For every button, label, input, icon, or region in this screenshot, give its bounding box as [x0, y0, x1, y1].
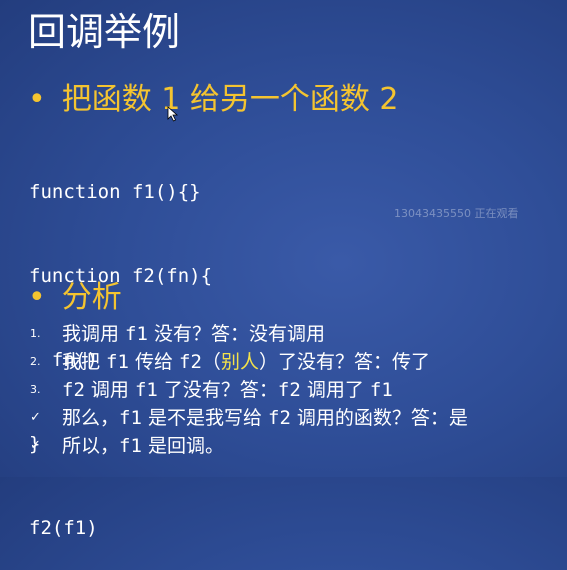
list-item: 1. 我调用 f1 没有？答：没有调用 [30, 320, 560, 348]
list-item-text: 那么，f1 是不是我写给 f2 调用的函数？答：是 [62, 407, 468, 429]
list-marker: 3. [30, 383, 41, 396]
list-item: 2. 我把 f1 传给 f2（别人）了没有？答：传了 [30, 348, 560, 376]
heading-text: 分析 [61, 280, 122, 315]
list-marker: 1. [30, 327, 41, 340]
viewer-watermark: 13043435550 正在观看 [394, 207, 519, 220]
heading-text: 把函数 1 给另一个函数 2 [61, 82, 399, 117]
list-item: 3. f2 调用 f1 了没有？答：f2 调用了 f1 [30, 376, 560, 404]
code-line: function f1(){} [29, 181, 201, 203]
highlight-text: 别人 [220, 351, 259, 373]
list-item-text: f2 调用 f1 了没有？答：f2 调用了 f1 [62, 379, 393, 401]
list-item-text: 我调用 f1 没有？答：没有调用 [62, 323, 325, 345]
bullet-dot-icon: • [28, 280, 46, 315]
analysis-list: 1. 我调用 f1 没有？答：没有调用 2. 我把 f1 传给 f2（别人）了没… [30, 320, 560, 460]
checkmark-icon: ✓ [30, 438, 41, 453]
mouse-pointer-icon [167, 106, 179, 122]
heading-callback-example: • 把函数 1 给另一个函数 2 [28, 82, 399, 118]
slide-title: 回调举例 [28, 10, 181, 54]
list-item-text: 我把 f1 传给 f2（别人）了没有？答：传了 [62, 351, 430, 373]
code-line: f2(f1) [29, 517, 98, 539]
list-item-text: 所以，f1 是回调。 [62, 435, 224, 457]
list-marker: 2. [30, 355, 41, 368]
heading-analysis: • 分析 [28, 280, 122, 316]
bullet-dot-icon: • [28, 82, 46, 117]
list-item: ✓ 所以，f1 是回调。 [30, 432, 560, 460]
list-item: ✓ 那么，f1 是不是我写给 f2 调用的函数？答：是 [30, 404, 560, 432]
checkmark-icon: ✓ [30, 410, 41, 425]
